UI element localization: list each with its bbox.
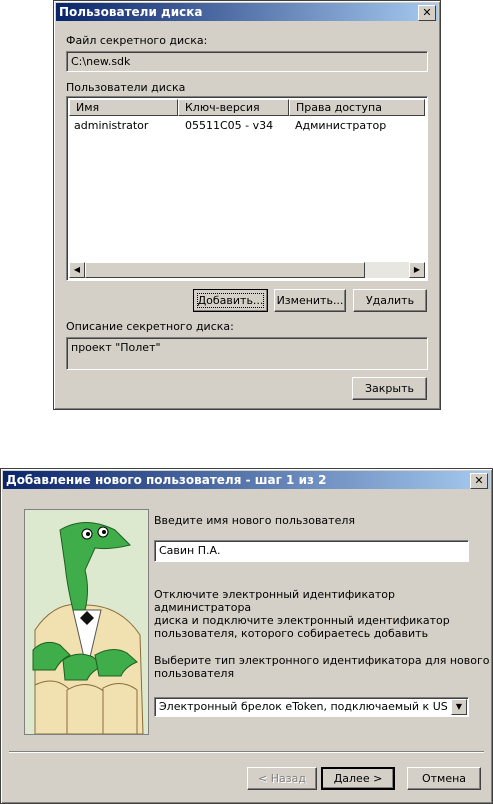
prompt-line: пользователя — [154, 667, 235, 680]
next-button[interactable]: Далее > — [321, 767, 395, 790]
token-type-value: Электронный брелок eToken, подключаемый … — [159, 700, 448, 713]
add-user-wizard: Добавление нового пользователя - шаг 1 и… — [0, 468, 493, 804]
column-header-key-version[interactable]: Ключ-версия — [178, 99, 289, 116]
chevron-down-icon[interactable]: ▼ — [451, 699, 467, 715]
back-button[interactable]: < Назад — [247, 767, 317, 790]
users-list[interactable]: Имя Ключ-версия Права доступа administra… — [66, 96, 428, 281]
disk-users-label: Пользователи диска — [66, 81, 186, 94]
column-header-access-rights[interactable]: Права доступа — [289, 99, 425, 116]
row-cell-access-rights: Администратор — [295, 119, 387, 132]
column-header-name[interactable]: Имя — [69, 99, 178, 116]
disk-description-field: проект "Полет" — [66, 337, 428, 370]
disk-users-titlebar: Пользователи диска ✕ — [56, 3, 438, 21]
token-type-select[interactable]: Электронный брелок eToken, подключаемый … — [154, 697, 469, 717]
close-button[interactable]: Закрыть — [352, 377, 427, 400]
secret-file-label: Файл секретного диска: — [66, 34, 208, 47]
instruction-text: Отключите электронный идентификатор адми… — [154, 588, 492, 640]
crocodile-drawing — [25, 510, 148, 734]
edit-button[interactable]: Изменить... — [274, 289, 346, 312]
instruction-line: пользователя, которого собираетесь добав… — [154, 627, 429, 640]
row-cell-key-version: 05511C05 - v34 — [185, 119, 274, 132]
disk-description-label: Описание секретного диска: — [66, 320, 234, 333]
close-icon[interactable]: ✕ — [470, 473, 488, 489]
instruction-line: диска и подключите электронный идентифик… — [154, 614, 450, 627]
delete-button[interactable]: Удалить — [353, 289, 427, 312]
scroll-right-icon[interactable]: ▶ — [409, 262, 425, 278]
row-cell-name: administrator — [74, 119, 149, 132]
token-type-prompt: Выберите тип электронного идентификатора… — [154, 654, 490, 680]
disk-users-dialog: Пользователи диска ✕ Файл секретного дис… — [53, 0, 441, 410]
cancel-button[interactable]: Отмена — [407, 767, 481, 790]
prompt-line: Выберите тип электронного идентификатора… — [154, 654, 490, 667]
close-icon[interactable]: ✕ — [418, 5, 436, 21]
new-user-name-prompt: Введите имя нового пользователя — [154, 514, 355, 527]
add-user-titlebar: Добавление нового пользователя - шаг 1 и… — [3, 471, 490, 489]
add-user-title: Добавление нового пользователя - шаг 1 и… — [6, 473, 327, 487]
disk-users-title: Пользователи диска — [59, 5, 203, 19]
scroll-left-icon[interactable]: ◀ — [69, 262, 85, 278]
secret-file-field: C:\new.sdk — [66, 51, 428, 72]
footer-separator — [9, 751, 484, 753]
instruction-line: Отключите электронный идентификатор адми… — [154, 588, 395, 614]
crocodile-illustration — [24, 509, 149, 735]
new-user-name-input[interactable]: Савин П.А. — [154, 540, 469, 562]
scroll-thumb[interactable] — [85, 262, 365, 278]
add-button[interactable]: Добавить... — [193, 289, 268, 312]
horizontal-scrollbar[interactable]: ◀ ▶ — [69, 262, 425, 278]
